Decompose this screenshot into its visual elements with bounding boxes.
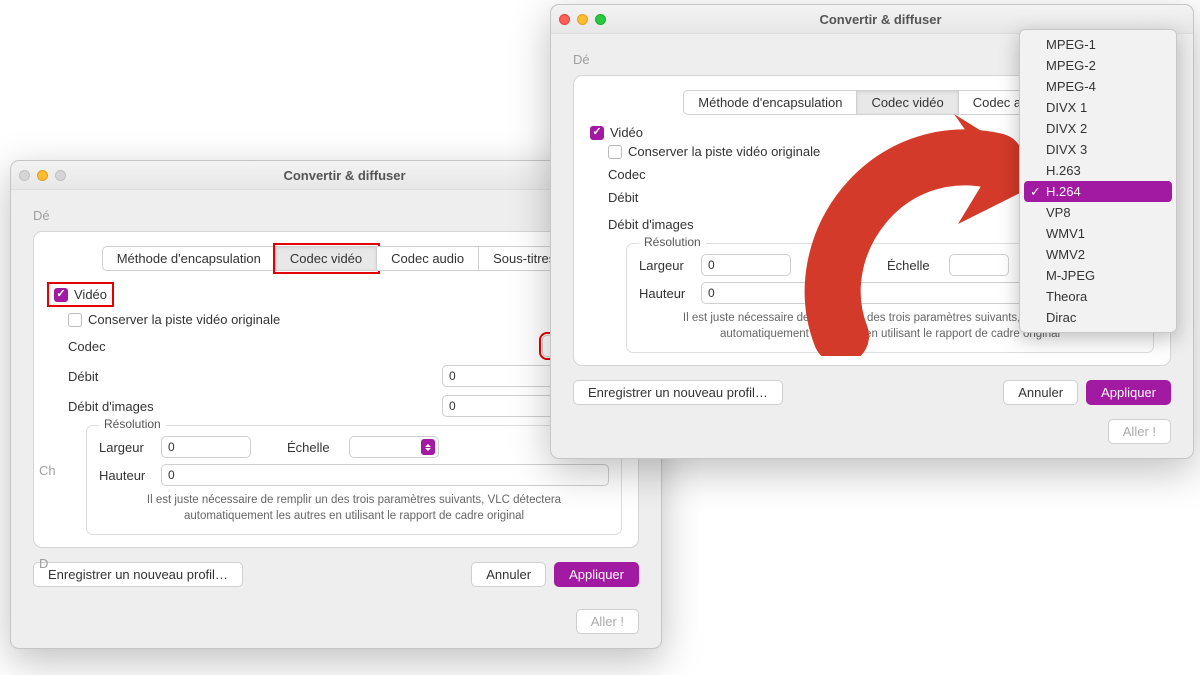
tab-encapsulation[interactable]: Méthode d'encapsulation [102,246,276,271]
codec-dropdown-menu[interactable]: MPEG-1MPEG-2MPEG-4DIVX 1DIVX 2DIVX 3H.26… [1019,29,1177,333]
keep-original-checkbox[interactable] [68,313,82,327]
height-input-back[interactable]: 0 [161,464,609,486]
height-pair: Hauteur 0 [99,464,609,486]
video-checkbox[interactable] [590,126,604,140]
codec-option-mpeg-4[interactable]: MPEG-4 [1024,76,1172,97]
codec-option-h-263[interactable]: H.263 [1024,160,1172,181]
minimize-dot[interactable] [577,14,588,25]
width-pair-front: Largeur 0 [639,254,791,276]
select-arrows-icon [421,439,435,455]
codec-option-h-264[interactable]: H.264 [1024,181,1172,202]
codec-label: Codec [608,167,728,182]
front-window-title: Convertir & diffuser [616,12,1145,27]
close-dot[interactable] [559,14,570,25]
traffic-lights-front [559,14,606,25]
bottom-row-back: Enregistrer un nouveau profil… Annuler A… [33,562,639,587]
video-checkbox[interactable] [54,288,68,302]
traffic-lights-back [19,170,66,181]
codec-option-theora[interactable]: Theora [1024,286,1172,307]
height-label: Hauteur [639,286,695,301]
width-input-front[interactable]: 0 [701,254,791,276]
apply-button[interactable]: Appliquer [1086,380,1171,405]
minimize-dot[interactable] [37,170,48,181]
video-check-label: Vidéo [74,287,107,302]
codec-option-divx-1[interactable]: DIVX 1 [1024,97,1172,118]
tab-codec-audio[interactable]: Codec audio [377,246,479,271]
tab-codec-video[interactable]: Codec vidéo [276,246,377,271]
video-check-label: Vidéo [610,125,643,140]
resolution-help: Il est juste nécessaire de remplir un de… [99,486,609,524]
faded-label-back: Dé [33,208,639,223]
cancel-button[interactable]: Annuler [471,562,546,587]
resolution-legend: Résolution [639,235,706,249]
back-window-title: Convertir & diffuser [76,168,613,183]
fps-label: Débit d'images [608,217,728,232]
codec-option-dirac[interactable]: Dirac [1024,307,1172,328]
codec-option-m-jpeg[interactable]: M-JPEG [1024,265,1172,286]
width-pair: Largeur 0 [99,436,251,458]
keep-original-checkbox[interactable] [608,145,622,159]
scale-label: Échelle [287,440,343,455]
fps-label: Débit d'images [68,399,188,414]
resolution-group-back: Résolution Largeur 0 Échelle [86,425,622,535]
faded-d-label: D [39,556,48,571]
faded-ch-label: Ch [39,463,56,478]
save-profile-button[interactable]: Enregistrer un nouveau profil… [33,562,243,587]
codec-option-divx-3[interactable]: DIVX 3 [1024,139,1172,160]
codec-option-mpeg-1[interactable]: MPEG-1 [1024,34,1172,55]
resolution-legend: Résolution [99,417,166,431]
go-button-front[interactable]: Aller ! [1108,419,1171,444]
scale-pair: Échelle [287,436,439,458]
zoom-dot-gray[interactable] [55,170,66,181]
width-label: Largeur [99,440,155,455]
codec-option-mpeg-2[interactable]: MPEG-2 [1024,55,1172,76]
fps-row-back: Débit d'images 0 [68,395,622,417]
height-label: Hauteur [99,468,155,483]
codec-label: Codec [68,339,188,354]
bottom-row-front: Enregistrer un nouveau profil… Annuler A… [573,380,1171,405]
bitrate-label: Débit [68,369,188,384]
go-row-back: Aller ! [11,609,661,648]
scale-select-back[interactable] [349,436,439,458]
video-check-row: Vidéo [50,285,111,304]
close-dot-gray[interactable] [19,170,30,181]
codec-row-back: Codec H.264 [68,335,622,357]
tabs-back: Méthode d'encapsulation Codec vidéo Code… [50,246,622,271]
zoom-dot[interactable] [595,14,606,25]
width-label: Largeur [639,258,695,273]
profile-panel-back: Méthode d'encapsulation Codec vidéo Code… [33,231,639,548]
apply-button[interactable]: Appliquer [554,562,639,587]
go-row-front: Aller ! [551,419,1193,458]
codec-option-divx-2[interactable]: DIVX 2 [1024,118,1172,139]
bitrate-label: Débit [608,190,728,205]
codec-option-wmv1[interactable]: WMV1 [1024,223,1172,244]
bitrate-row-back: Débit 0 [68,365,622,387]
cancel-button[interactable]: Annuler [1003,380,1078,405]
codec-option-wmv2[interactable]: WMV2 [1024,244,1172,265]
keep-original-label: Conserver la piste vidéo originale [88,312,280,327]
go-button-back[interactable]: Aller ! [576,609,639,634]
codec-option-vp8[interactable]: VP8 [1024,202,1172,223]
width-input-back[interactable]: 0 [161,436,251,458]
keep-orig-row: Conserver la piste vidéo originale [68,312,622,327]
save-profile-button[interactable]: Enregistrer un nouveau profil… [573,380,783,405]
